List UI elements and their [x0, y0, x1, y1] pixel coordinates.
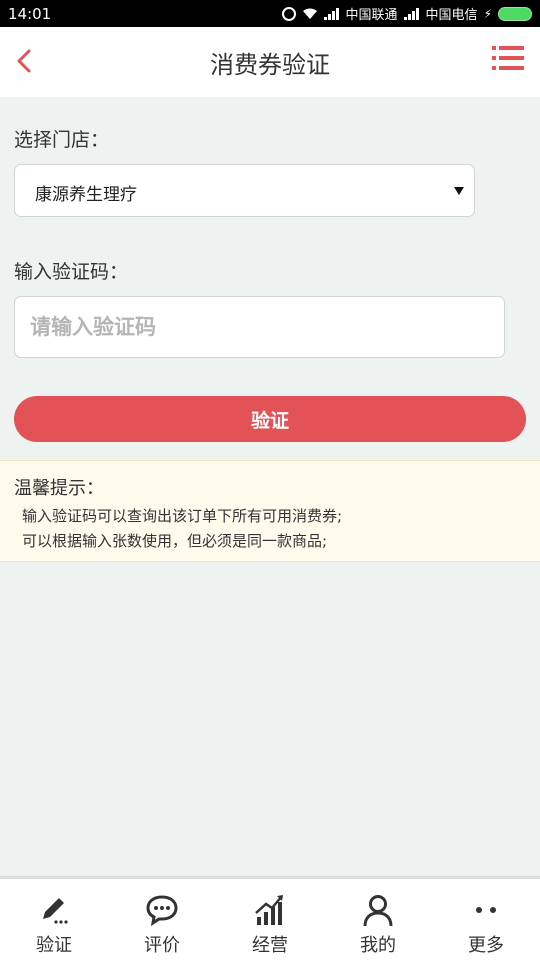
nav-label: 我的 — [360, 935, 396, 956]
store-label: 选择门店： — [14, 129, 110, 151]
list-menu-icon[interactable] — [492, 45, 524, 71]
verify-button[interactable]: 验证 — [14, 396, 526, 442]
more-dots-icon — [469, 893, 503, 927]
nav-label: 更多 — [468, 935, 504, 956]
status-indicators: 中国联通 中国电信 ⚡ — [281, 4, 532, 23]
nav-label: 评价 — [144, 935, 180, 956]
store-select[interactable]: 康源养生理疗 — [14, 164, 475, 217]
caret-down-icon — [454, 187, 464, 195]
signal-icon — [323, 7, 340, 20]
wifi-icon — [302, 8, 318, 20]
bar-chart-icon — [253, 893, 287, 927]
verification-code-input[interactable] — [14, 296, 505, 358]
tips-box: 温馨提示： 输入验证码可以查询出该订单下所有可用消费券; 可以根据输入张数使用，… — [0, 460, 540, 562]
nav-item-more[interactable]: 更多 — [432, 879, 540, 960]
page-title: 消费券验证 — [210, 51, 330, 79]
header: 消费券验证 — [0, 27, 540, 97]
nav-item-business[interactable]: 经营 — [216, 879, 324, 960]
tips-line: 输入验证码可以查询出该订单下所有可用消费券; — [22, 507, 343, 525]
code-label: 输入验证码： — [14, 261, 129, 283]
pencil-icon — [37, 893, 71, 927]
nav-item-mine[interactable]: 我的 — [324, 879, 432, 960]
status-bar: 14:01 中国联通 中国电信 ⚡ — [0, 0, 540, 27]
carrier-1-label: 中国联通 — [345, 8, 398, 23]
nav-label: 经营 — [252, 935, 288, 956]
nav-label: 验证 — [36, 935, 72, 956]
battery-icon — [498, 6, 532, 21]
alarm-icon — [281, 6, 296, 21]
charging-icon: ⚡ — [483, 6, 492, 21]
tips-line: 可以根据输入张数使用，但必须是同一款商品; — [22, 532, 328, 550]
nav-item-reviews[interactable]: 评价 — [108, 879, 216, 960]
signal-icon — [403, 7, 420, 20]
nav-item-verify[interactable]: 验证 — [0, 879, 108, 960]
store-select-value: 康源养生理疗 — [35, 185, 137, 205]
chat-bubble-icon — [145, 893, 179, 927]
status-time: 14:01 — [8, 5, 52, 23]
carrier-2-label: 中国电信 — [425, 8, 478, 23]
user-icon — [361, 893, 395, 927]
tips-title: 温馨提示： — [14, 478, 104, 499]
bottom-nav: 验证 评价 经营 我的 更多 — [0, 876, 540, 960]
